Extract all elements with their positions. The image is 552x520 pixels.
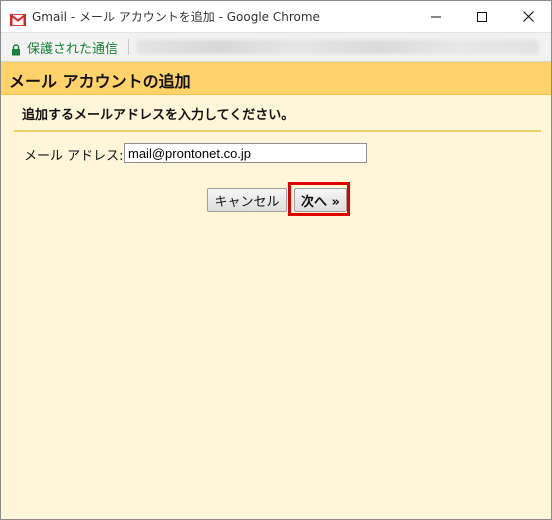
minimize-icon <box>431 16 441 17</box>
lock-icon <box>11 41 21 56</box>
email-label: メール アドレス: <box>24 149 124 164</box>
window-title: Gmail - メール アカウントを追加 - Google Chrome <box>32 10 320 24</box>
page-title: メール アカウントの追加 <box>9 72 191 91</box>
page-header: メール アカウントの追加 <box>1 62 551 95</box>
close-button[interactable] <box>505 1 551 32</box>
next-button[interactable]: 次へ » <box>294 188 347 212</box>
close-icon <box>522 11 534 22</box>
maximize-button[interactable] <box>459 1 505 32</box>
url-text[interactable] <box>137 40 539 54</box>
maximize-icon <box>477 11 487 22</box>
secure-connection-label[interactable]: 保護された通信 <box>27 38 118 57</box>
title-bar[interactable]: Gmail - メール アカウントを追加 - Google Chrome <box>1 1 551 32</box>
email-field[interactable] <box>124 143 367 163</box>
instruction-text: 追加するメールアドレスを入力してください。 <box>22 108 295 123</box>
minimize-button[interactable] <box>413 1 459 32</box>
browser-window: Gmail - メール アカウントを追加 - Google Chrome 保護さ… <box>0 0 552 520</box>
address-bar[interactable]: 保護された通信 <box>1 32 551 62</box>
cancel-button[interactable]: キャンセル <box>207 188 287 212</box>
window-controls <box>413 1 551 32</box>
gmail-icon <box>9 11 27 26</box>
divider <box>14 130 541 132</box>
address-separator <box>128 39 130 55</box>
